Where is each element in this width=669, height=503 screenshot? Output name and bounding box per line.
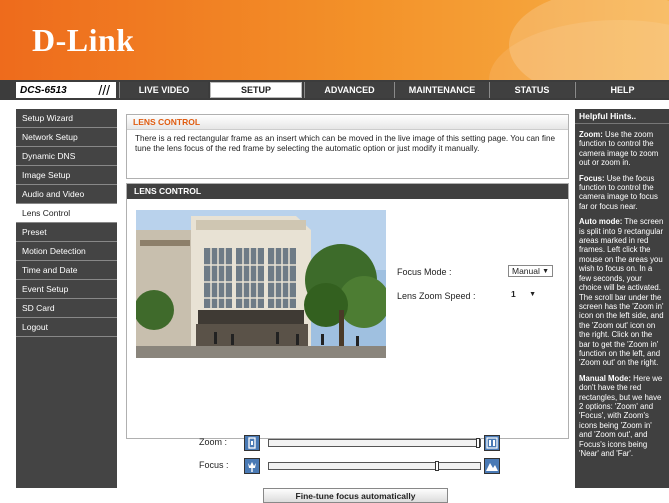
zoom-in-icon[interactable] xyxy=(244,435,260,451)
focus-slider[interactable] xyxy=(268,461,481,471)
lens-control-panel: LENS CONTROL Focus Mode: Manual ▼ Lens … xyxy=(126,183,569,503)
header-banner: D-Link xyxy=(0,0,669,80)
lens-control-title: LENS CONTROL xyxy=(127,184,568,199)
help-manual: Manual Mode: Here we don't have the red … xyxy=(579,373,663,458)
info-panel-text: There is a red rectangular frame as an i… xyxy=(135,134,556,153)
tab-live-video[interactable]: LIVE VIDEO xyxy=(119,82,208,98)
tab-setup[interactable]: SETUP xyxy=(210,82,302,98)
help-auto: Auto mode: The screen is split into 9 re… xyxy=(579,217,664,368)
chevron-down-icon: ▼ xyxy=(529,290,536,298)
model-label: DCS-6513 /// xyxy=(16,82,116,98)
sidebar-item-event-setup[interactable]: Event Setup xyxy=(16,280,117,299)
info-panel: LENS CONTROL There is a red rectangular … xyxy=(126,114,569,179)
focus-label: Focus : xyxy=(199,460,229,470)
focus-near-icon[interactable] xyxy=(244,458,260,474)
zoom-in-icon-glyph xyxy=(248,437,256,449)
model-name: DCS-6513 xyxy=(20,84,67,96)
tab-advanced[interactable]: ADVANCED xyxy=(304,82,394,98)
tab-help[interactable]: HELP xyxy=(575,82,669,98)
help-focus: Focus: Use the focus function to control… xyxy=(579,173,658,211)
zoom-speed-select[interactable]: 1 ▼ xyxy=(508,288,539,300)
info-panel-title: LENS CONTROL xyxy=(127,115,568,130)
tab-maintenance[interactable]: MAINTENANCE xyxy=(394,82,489,98)
sidebar-item-lens-control[interactable]: Lens Control xyxy=(16,204,117,223)
zoom-speed-value: 1 xyxy=(511,289,516,299)
zoom-slider[interactable] xyxy=(268,438,481,448)
zoom-speed-label: Lens Zoom Speed : xyxy=(397,291,476,301)
zoom-out-icon[interactable] xyxy=(484,435,500,451)
help-zoom: Zoom: Use the zoom function to control t… xyxy=(579,130,659,168)
focus-far-icon[interactable] xyxy=(484,458,500,474)
model-slashes: /// xyxy=(98,82,110,98)
sidebar-item-time-date[interactable]: Time and Date xyxy=(16,261,117,280)
sidebar-item-audio-video[interactable]: Audio and Video xyxy=(16,185,117,204)
sidebar-item-dynamic-dns[interactable]: Dynamic DNS xyxy=(16,147,117,166)
main-content: LENS CONTROL There is a red rectangular … xyxy=(126,109,569,503)
fine-tune-focus-button[interactable]: Fine-tune focus automatically xyxy=(263,488,448,503)
sidebar: Setup Wizard Network Setup Dynamic DNS I… xyxy=(16,109,117,488)
focus-mode-value: Manual xyxy=(512,266,540,276)
focus-slider-thumb[interactable] xyxy=(435,461,439,471)
sidebar-item-motion-detection[interactable]: Motion Detection xyxy=(16,242,117,261)
help-title: Helpful Hints.. xyxy=(575,109,669,124)
sidebar-item-network-setup[interactable]: Network Setup xyxy=(16,128,117,147)
tab-status[interactable]: STATUS xyxy=(489,82,574,98)
chevron-down-icon: ▼ xyxy=(542,267,549,275)
sidebar-item-sd-card[interactable]: SD Card xyxy=(16,299,117,318)
focus-mode-label: Focus Mode : xyxy=(397,267,452,277)
zoom-slider-thumb[interactable] xyxy=(476,438,480,448)
mountain-icon xyxy=(486,463,498,471)
camera-scene xyxy=(136,210,386,358)
sidebar-item-logout[interactable]: Logout xyxy=(16,318,117,337)
camera-live-image[interactable] xyxy=(136,210,386,358)
sidebar-item-image-setup[interactable]: Image Setup xyxy=(16,166,117,185)
sidebar-item-setup-wizard[interactable]: Setup Wizard xyxy=(16,109,117,128)
zoom-out-icon-glyph xyxy=(486,437,498,449)
zoom-label-text: Zoom : xyxy=(199,437,228,447)
focus-mode-select[interactable]: Manual ▼ xyxy=(508,265,553,277)
help-panel: Helpful Hints.. Zoom: Use the zoom funct… xyxy=(575,109,669,488)
sidebar-item-preset[interactable]: Preset xyxy=(16,223,117,242)
dlink-logo: D-Link xyxy=(32,22,135,58)
flower-icon xyxy=(248,462,256,472)
